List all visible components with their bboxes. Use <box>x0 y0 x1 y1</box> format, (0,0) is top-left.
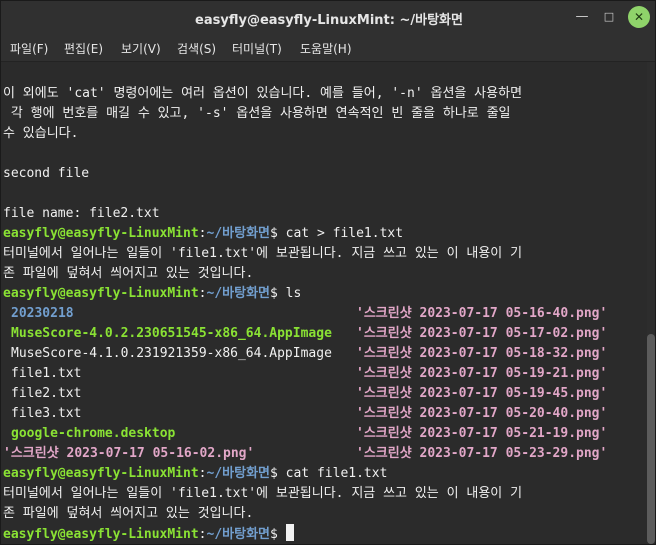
prompt-path: ~/바탕화면 <box>206 226 271 241</box>
output-line: 터미널에서 일어나는 일들이 'file1.txt'에 보관됩니다. 지금 쓰고… <box>3 246 523 261</box>
ls-entry-file: MuseScore-4.1.0.231921359-x86_64.AppImag… <box>11 346 332 361</box>
prompt-colon: : <box>198 527 207 542</box>
prompt-user-host: easyfly@easyfly-LinuxMint <box>3 527 199 542</box>
terminal-output[interactable]: 이 외에도 'cat' 명령어에는 여러 옵션이 있습니다. 예를 들어, '-… <box>1 62 647 544</box>
command-text: cat > file1.txt <box>285 226 404 241</box>
scrollbar-thumb[interactable] <box>647 334 655 544</box>
menu-bar: 파일(F) 편집(E) 보기(V) 검색(S) 터미널(T) 도움말(H) <box>1 33 655 62</box>
prompt-path: ~/바탕화면 <box>206 466 271 481</box>
command-text: cat file1.txt <box>285 466 388 481</box>
menu-terminal[interactable]: 터미널(T) <box>232 40 282 57</box>
window-title: easyfly@easyfly-LinuxMint: ~/바탕화면 <box>195 13 463 28</box>
ls-entry-image: '스크린샷 2023-07-17 05-20-40.png' <box>356 406 608 421</box>
ls-entry-image: '스크린샷 2023-07-17 05-21-19.png' <box>356 426 608 441</box>
prompt-line: easyfly@easyfly-LinuxMint:~/바탕화면$ cat fi… <box>3 464 387 484</box>
menu-view[interactable]: 보기(V) <box>121 40 161 57</box>
output-line: 터미널에서 일어나는 일들이 'file1.txt'에 보관됩니다. 지금 쓰고… <box>3 486 523 501</box>
output-line: 이 외에도 'cat' 명령어에는 여러 옵션이 있습니다. 예를 들어, '-… <box>3 86 523 101</box>
prompt-user-host: easyfly@easyfly-LinuxMint <box>3 466 199 481</box>
ls-entry-file: file3.txt <box>11 406 82 421</box>
ls-entry-file: file1.txt <box>11 366 82 381</box>
prompt-dollar: $ <box>270 527 286 542</box>
prompt-colon: : <box>198 466 207 481</box>
prompt-dollar: $ <box>270 286 286 301</box>
ls-entry-image: '스크린샷 2023-07-17 05-17-02.png' <box>356 326 608 341</box>
prompt-dollar: $ <box>270 466 286 481</box>
ls-entry-image: '스크린샷 2023-07-17 05-16-02.png' <box>3 446 255 461</box>
prompt-line: easyfly@easyfly-LinuxMint:~/바탕화면$ cat > … <box>3 224 403 244</box>
close-button[interactable]: ✕ <box>628 6 650 28</box>
ls-entry-image: '스크린샷 2023-07-17 05-19-45.png' <box>356 386 608 401</box>
prompt-line: easyfly@easyfly-LinuxMint:~/바탕화면$ ls <box>3 284 301 304</box>
output-line: 존 파일에 덮혀서 씌어지고 있는 것입니다. <box>3 506 254 521</box>
ls-entry-image: '스크린샷 2023-07-17 05-16-40.png' <box>356 306 608 321</box>
title-bar[interactable]: easyfly@easyfly-LinuxMint: ~/바탕화면 — □ ✕ <box>1 1 655 33</box>
terminal-window: easyfly@easyfly-LinuxMint: ~/바탕화면 — □ ✕ … <box>0 0 656 545</box>
prompt-colon: : <box>198 226 207 241</box>
output-line: 수 있습니다. <box>3 126 79 141</box>
ls-entry-executable: MuseScore-4.0.2.230651545-x86_64.AppImag… <box>11 326 332 341</box>
ls-entry-image: '스크린샷 2023-07-17 05-23-29.png' <box>356 446 608 461</box>
menu-search[interactable]: 검색(S) <box>177 40 216 57</box>
output-line: second file <box>3 166 90 181</box>
ls-entry-image: '스크린샷 2023-07-17 05-18-32.png' <box>356 346 608 361</box>
text-cursor <box>285 524 294 541</box>
prompt-line: easyfly@easyfly-LinuxMint:~/바탕화면$ <box>3 524 294 544</box>
ls-entry-directory: 20230218 <box>11 306 74 321</box>
menu-edit[interactable]: 편집(E) <box>64 40 103 57</box>
minimize-button[interactable]: — <box>571 6 593 28</box>
maximize-button[interactable]: □ <box>598 6 620 28</box>
prompt-path: ~/바탕화면 <box>206 286 271 301</box>
output-line: 각 행에 번호를 매길 수 있고, '-s' 옵션을 사용하면 연속적인 빈 줄… <box>3 106 511 121</box>
output-line: file name: file2.txt <box>3 206 160 221</box>
ls-entry-image: '스크린샷 2023-07-17 05-19-21.png' <box>356 366 608 381</box>
prompt-path: ~/바탕화면 <box>206 527 271 542</box>
output-line: 존 파일에 덮혀서 씌어지고 있는 것입니다. <box>3 266 254 281</box>
prompt-user-host: easyfly@easyfly-LinuxMint <box>3 226 199 241</box>
ls-entry-file: file2.txt <box>11 386 82 401</box>
ls-entry-executable: google-chrome.desktop <box>11 426 176 441</box>
prompt-user-host: easyfly@easyfly-LinuxMint <box>3 286 199 301</box>
prompt-dollar: $ <box>270 226 286 241</box>
menu-file[interactable]: 파일(F) <box>10 40 48 57</box>
command-text: ls <box>285 286 302 301</box>
menu-help[interactable]: 도움말(H) <box>300 40 352 57</box>
prompt-colon: : <box>198 286 207 301</box>
